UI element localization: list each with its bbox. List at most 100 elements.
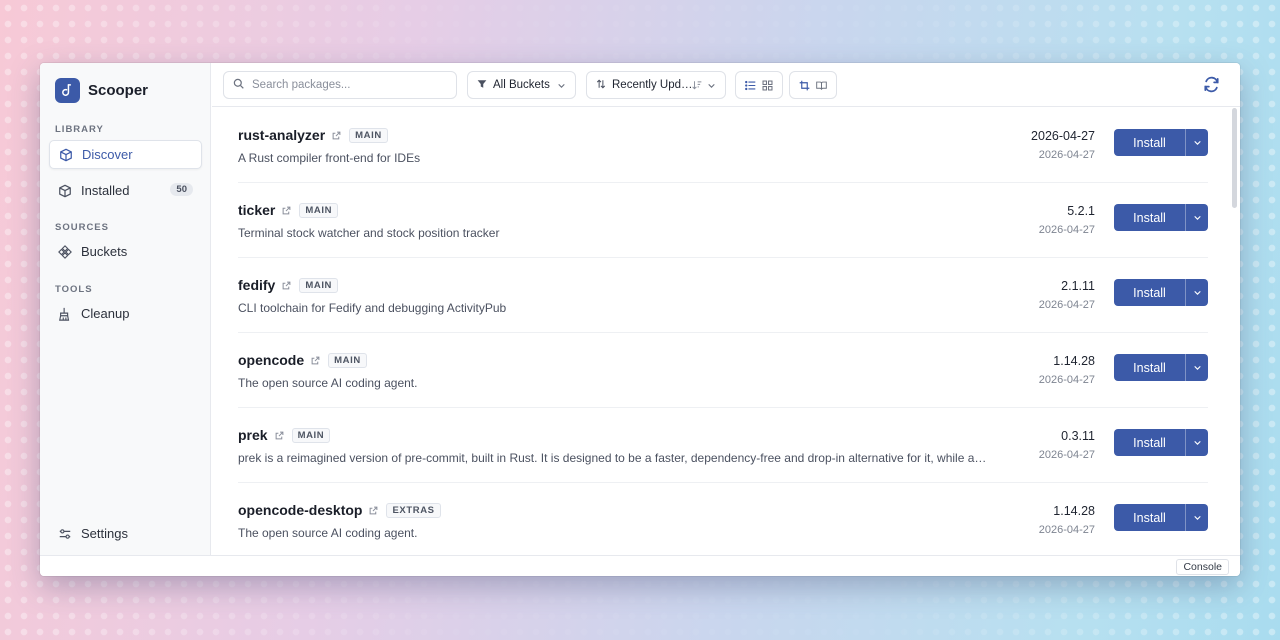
install-options-button[interactable] bbox=[1185, 204, 1208, 231]
search-placeholder: Search packages... bbox=[252, 79, 351, 91]
filter-icon bbox=[477, 79, 487, 92]
external-link-icon[interactable] bbox=[311, 356, 320, 365]
section-label-tools: TOOLS bbox=[55, 284, 93, 295]
sidebar-item-installed[interactable]: Installed 50 bbox=[49, 176, 202, 205]
buckets-icon bbox=[58, 244, 72, 259]
sidebar-item-cleanup[interactable]: Cleanup bbox=[49, 299, 202, 328]
external-link-icon[interactable] bbox=[275, 431, 284, 440]
package-version: 2.1.11 bbox=[1061, 279, 1095, 293]
bucket-badge: MAIN bbox=[291, 427, 331, 443]
package-name: prek bbox=[238, 427, 268, 443]
package-row[interactable]: rust-analyzer MAIN A Rust compiler front… bbox=[238, 108, 1208, 183]
install-button[interactable]: Install bbox=[1114, 361, 1185, 375]
install-button[interactable]: Install bbox=[1114, 136, 1185, 150]
broom-icon bbox=[58, 307, 72, 321]
install-options-button[interactable] bbox=[1185, 279, 1208, 306]
package-description: Terminal stock watcher and stock positio… bbox=[238, 226, 500, 240]
install-options-button[interactable] bbox=[1185, 504, 1208, 531]
status-bar: Console bbox=[40, 555, 1240, 576]
package-search-icon bbox=[59, 148, 73, 162]
refresh-icon[interactable] bbox=[1203, 76, 1220, 98]
bucket-filter-select[interactable]: All Buckets bbox=[467, 71, 576, 99]
package-row[interactable]: ticker MAIN Terminal stock watcher and s… bbox=[238, 183, 1208, 258]
package-row[interactable]: opencode MAIN The open source AI coding … bbox=[238, 333, 1208, 408]
toolbar: Search packages... All Buckets Recently … bbox=[212, 63, 1240, 107]
install-options-button[interactable] bbox=[1185, 429, 1208, 456]
package-name: opencode bbox=[238, 352, 305, 368]
sort-select[interactable]: Recently Upd… bbox=[586, 71, 726, 99]
package-date: 2026-04-27 bbox=[1038, 224, 1095, 236]
bucket-badge: MAIN bbox=[349, 127, 388, 143]
package-list: rust-analyzer MAIN A Rust compiler front… bbox=[212, 108, 1240, 555]
package-date: 2026-04-27 bbox=[1038, 299, 1095, 311]
install-button[interactable]: Install bbox=[1114, 286, 1185, 300]
install-button-group: Install bbox=[1114, 279, 1208, 306]
package-version: 1.14.28 bbox=[1053, 354, 1095, 368]
console-button[interactable]: Console bbox=[1176, 559, 1229, 575]
external-link-icon[interactable] bbox=[369, 506, 378, 515]
install-button[interactable]: Install bbox=[1114, 211, 1185, 225]
sidebar-item-label: Cleanup bbox=[81, 306, 130, 321]
package-description: The open source AI coding agent. bbox=[238, 526, 418, 540]
install-button-group: Install bbox=[1114, 204, 1208, 231]
sidebar-item-label: Discover bbox=[82, 147, 133, 162]
package-row[interactable]: opencode-desktop EXTRAS The open source … bbox=[238, 483, 1208, 555]
package-description: A Rust compiler front-end for IDEs bbox=[238, 151, 421, 165]
book-icon[interactable] bbox=[815, 77, 828, 93]
chevron-down-icon bbox=[707, 81, 716, 93]
sidebar-item-buckets[interactable]: Buckets bbox=[49, 237, 202, 266]
package-version: 0.3.11 bbox=[1061, 429, 1095, 443]
bucket-badge: EXTRAS bbox=[386, 502, 441, 518]
package-version: 2026-04-27 bbox=[1031, 129, 1095, 143]
install-button[interactable]: Install bbox=[1114, 436, 1185, 450]
install-button-group: Install bbox=[1114, 354, 1208, 381]
list-scrollbar[interactable] bbox=[1232, 108, 1237, 208]
package-row[interactable]: prek MAIN prek is a reimagined version o… bbox=[238, 408, 1208, 483]
install-button[interactable]: Install bbox=[1114, 511, 1185, 525]
grid-view-icon[interactable] bbox=[761, 77, 774, 93]
view-mode-toggle bbox=[735, 71, 783, 99]
package-name: ticker bbox=[238, 202, 276, 218]
install-options-button[interactable] bbox=[1185, 129, 1208, 156]
section-label-sources: SOURCES bbox=[55, 222, 109, 233]
sort-direction-icon[interactable] bbox=[692, 80, 702, 93]
package-name: opencode-desktop bbox=[238, 502, 363, 518]
external-link-icon[interactable] bbox=[282, 281, 291, 290]
package-description: prek is a reimagined version of pre-comm… bbox=[238, 451, 987, 465]
package-name: fedify bbox=[238, 277, 276, 293]
external-link-icon[interactable] bbox=[282, 206, 291, 215]
sidebar-item-label: Buckets bbox=[81, 244, 128, 259]
brand: Scooper bbox=[55, 78, 148, 103]
section-label-library: LIBRARY bbox=[55, 124, 104, 135]
install-button-group: Install bbox=[1114, 129, 1208, 156]
package-date: 2026-04-27 bbox=[1038, 524, 1095, 536]
compact-view-icon[interactable] bbox=[798, 77, 811, 93]
search-input[interactable]: Search packages... bbox=[223, 71, 457, 99]
package-version: 1.14.28 bbox=[1053, 504, 1095, 518]
app-logo-icon bbox=[55, 78, 80, 103]
bucket-filter-value: All Buckets bbox=[493, 79, 550, 91]
install-options-button[interactable] bbox=[1185, 354, 1208, 381]
installed-count-badge: 50 bbox=[170, 183, 193, 196]
install-button-group: Install bbox=[1114, 504, 1208, 531]
external-link-icon[interactable] bbox=[332, 131, 341, 140]
sidebar-item-label: Installed bbox=[81, 183, 130, 198]
package-icon bbox=[58, 184, 72, 198]
sort-arrows-icon bbox=[596, 79, 606, 92]
sort-value: Recently Upd… bbox=[612, 79, 693, 91]
sidebar-item-label: Settings bbox=[81, 526, 128, 541]
sidebar-item-discover[interactable]: Discover bbox=[49, 140, 202, 169]
package-name: rust-analyzer bbox=[238, 127, 326, 143]
display-mode-toggle bbox=[789, 71, 837, 99]
list-view-icon[interactable] bbox=[744, 77, 757, 93]
package-row[interactable]: fedify MAIN CLI toolchain for Fedify and… bbox=[238, 258, 1208, 333]
sidebar: Scooper LIBRARY Discover Installed 50 SO… bbox=[40, 63, 211, 555]
package-date: 2026-04-27 bbox=[1038, 149, 1095, 161]
sidebar-item-settings[interactable]: Settings bbox=[49, 519, 202, 548]
package-date: 2026-04-27 bbox=[1038, 374, 1095, 386]
search-icon bbox=[233, 78, 244, 92]
bucket-badge: MAIN bbox=[299, 277, 339, 293]
bucket-badge: MAIN bbox=[299, 202, 339, 218]
package-version: 5.2.1 bbox=[1067, 204, 1095, 218]
package-description: CLI toolchain for Fedify and debugging A… bbox=[238, 301, 507, 315]
